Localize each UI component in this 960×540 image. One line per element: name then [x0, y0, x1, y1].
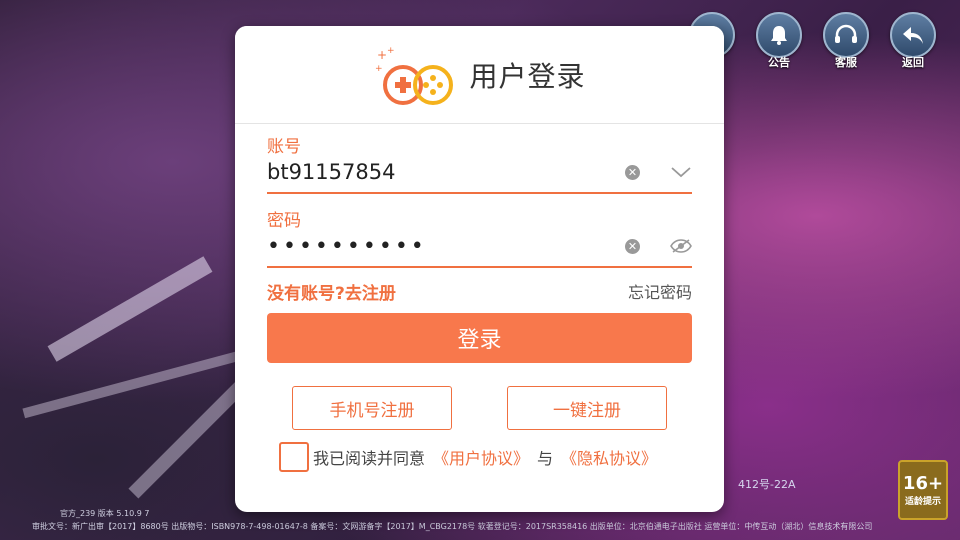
back-label: 返回 [902, 56, 924, 69]
dialog-title: 用户登录 [469, 59, 586, 93]
clear-account-icon[interactable]: ✕ [625, 164, 640, 180]
license-text: 审批文号：新广出审【2017】8680号 出版物号：ISBN978-7-498-… [32, 522, 873, 531]
user-agreement-link[interactable]: 《用户协议》 [433, 445, 529, 469]
login-button[interactable]: 登录 [267, 313, 692, 363]
age-rating-badge: 16+ 适龄提示 [898, 460, 948, 520]
back-arrow-icon [890, 12, 936, 58]
agree-checkbox[interactable] [279, 442, 309, 472]
password-input[interactable]: •••••••••• [267, 234, 625, 259]
bell-icon [756, 12, 802, 58]
age-rating-text: 适龄提示 [904, 496, 941, 507]
phone-register-button[interactable]: 手机号注册 [292, 386, 452, 430]
eye-hidden-icon[interactable] [670, 239, 692, 253]
forgot-password-link[interactable]: 忘记密码 [628, 279, 692, 303]
account-label: 账号 [267, 137, 301, 157]
customer-service-label: 客服 [835, 56, 857, 69]
background-art [22, 351, 238, 419]
chevron-down-icon[interactable] [670, 166, 692, 178]
background-art [128, 375, 252, 499]
svg-text:+: + [377, 48, 387, 62]
age-rating-number: 16+ [902, 472, 944, 494]
dialog-header: + + + 用户登录 [235, 26, 724, 124]
back-button[interactable]: 返回 [888, 12, 938, 70]
agreement-row: 我已阅读并同意 《用户协议》 与 《隐私协议》 [279, 442, 692, 472]
clear-password-icon[interactable]: ✕ [625, 238, 640, 254]
register-link[interactable]: 没有账号?去注册 [267, 279, 396, 304]
register-buttons: 手机号注册 一键注册 [267, 386, 692, 430]
top-toolbar: 公告 客服 返回 [687, 12, 938, 70]
privacy-agreement-link[interactable]: 《隐私协议》 [561, 445, 657, 469]
login-form: 账号 bt91157854 ✕ 密码 •••••••••• ✕ 没有账号?去注册… [235, 132, 724, 472]
login-dialog: + + + 用户登录 账号 bt91157854 ✕ 密码 ••••••••••… [235, 26, 724, 512]
version-text: 官方_239 版本 5.10.9 7 [60, 509, 150, 518]
svg-text:+: + [387, 46, 395, 56]
account-input[interactable]: bt91157854 [267, 160, 625, 184]
password-label: 密码 [267, 211, 301, 231]
customer-service-button[interactable]: 客服 [821, 12, 871, 70]
announcement-button[interactable]: 公告 [754, 12, 804, 70]
registration-code: 412号-22A [738, 478, 796, 491]
announcement-label: 公告 [768, 56, 790, 69]
account-field[interactable]: bt91157854 ✕ [267, 152, 692, 194]
agree-and: 与 [537, 449, 554, 468]
background-art [47, 256, 213, 362]
svg-text:+: + [375, 64, 383, 74]
password-field[interactable]: •••••••••• ✕ [267, 226, 692, 268]
quick-register-button[interactable]: 一键注册 [507, 386, 667, 430]
links-row: 没有账号?去注册 忘记密码 [267, 279, 692, 304]
agree-prefix: 我已阅读并同意 [313, 449, 426, 468]
gamepad-logo-icon: + + + [373, 45, 463, 105]
headset-icon [823, 12, 869, 58]
